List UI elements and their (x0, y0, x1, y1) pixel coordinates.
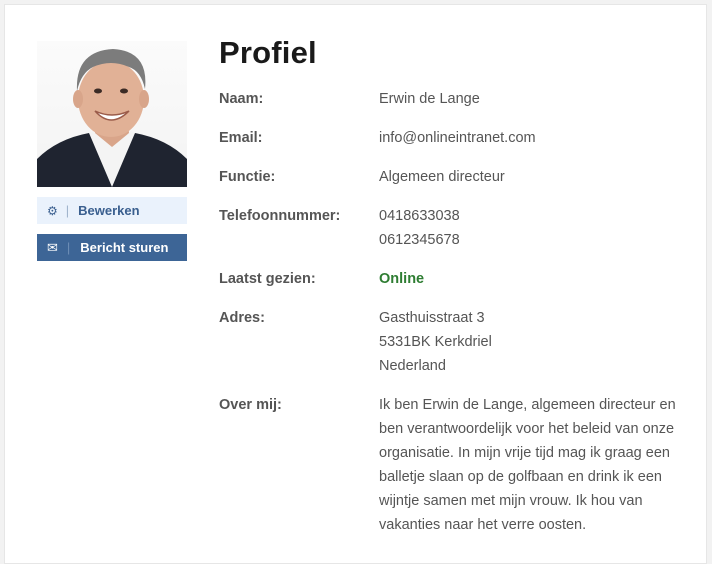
profile-sidebar: ⚙ | Bewerken ✉ | Bericht sturen (37, 41, 187, 261)
phone-value-1[interactable]: 0418633038 (379, 204, 460, 228)
online-status: Online (379, 271, 425, 287)
profile-card: ⚙ | Bewerken ✉ | Bericht sturen Profiel … (4, 4, 707, 564)
address-line-3: Nederland (379, 358, 446, 374)
envelope-icon: ✉ (47, 239, 58, 255)
phone-row: Telefoonnummer: 0418633038 0612345678 (219, 204, 689, 252)
page-title: Profiel (219, 35, 317, 70)
edit-button[interactable]: ⚙ | Bewerken (37, 197, 187, 224)
name-row: Naam: Erwin de Lange (219, 87, 689, 111)
separator: | (66, 240, 71, 255)
function-row: Functie: Algemeen directeur (219, 165, 689, 189)
about-text: Ik ben Erwin de Lange, algemeen directeu… (379, 397, 676, 533)
gears-icon: ⚙ (47, 203, 58, 218)
last-seen-row: Laatst gezien: Online (219, 267, 689, 291)
send-message-label: Bericht sturen (80, 240, 169, 255)
phone-values: 0418633038 0612345678 (379, 204, 460, 252)
about-label: Over mij: (219, 397, 282, 413)
profile-details: Profiel Naam: Erwin de Lange Email: info… (219, 35, 689, 552)
avatar (37, 41, 187, 187)
last-seen-label: Laatst gezien: (219, 271, 316, 287)
phone-label: Telefoonnummer: (219, 208, 341, 224)
email-row: Email: info@onlineintranet.com (219, 126, 689, 150)
send-message-button[interactable]: ✉ | Bericht sturen (37, 234, 187, 261)
name-value: Erwin de Lange (379, 91, 480, 107)
phone-value-2[interactable]: 0612345678 (379, 228, 460, 252)
about-row: Over mij: Ik ben Erwin de Lange, algemee… (219, 393, 689, 537)
function-label: Functie: (219, 169, 276, 185)
address-row: Adres: Gasthuisstraat 3 5331BK Kerkdriel… (219, 306, 689, 378)
address-label: Adres: (219, 310, 265, 326)
address-line-1: Gasthuisstraat 3 (379, 310, 485, 326)
address-values: Gasthuisstraat 3 5331BK Kerkdriel Nederl… (379, 306, 492, 378)
function-value: Algemeen directeur (379, 169, 505, 185)
separator: | (65, 203, 70, 218)
email-label: Email: (219, 130, 263, 146)
edit-button-label: Bewerken (78, 203, 140, 218)
name-label: Naam: (219, 91, 264, 107)
address-line-2: 5331BK Kerkdriel (379, 334, 492, 350)
email-value[interactable]: info@onlineintranet.com (379, 126, 536, 150)
